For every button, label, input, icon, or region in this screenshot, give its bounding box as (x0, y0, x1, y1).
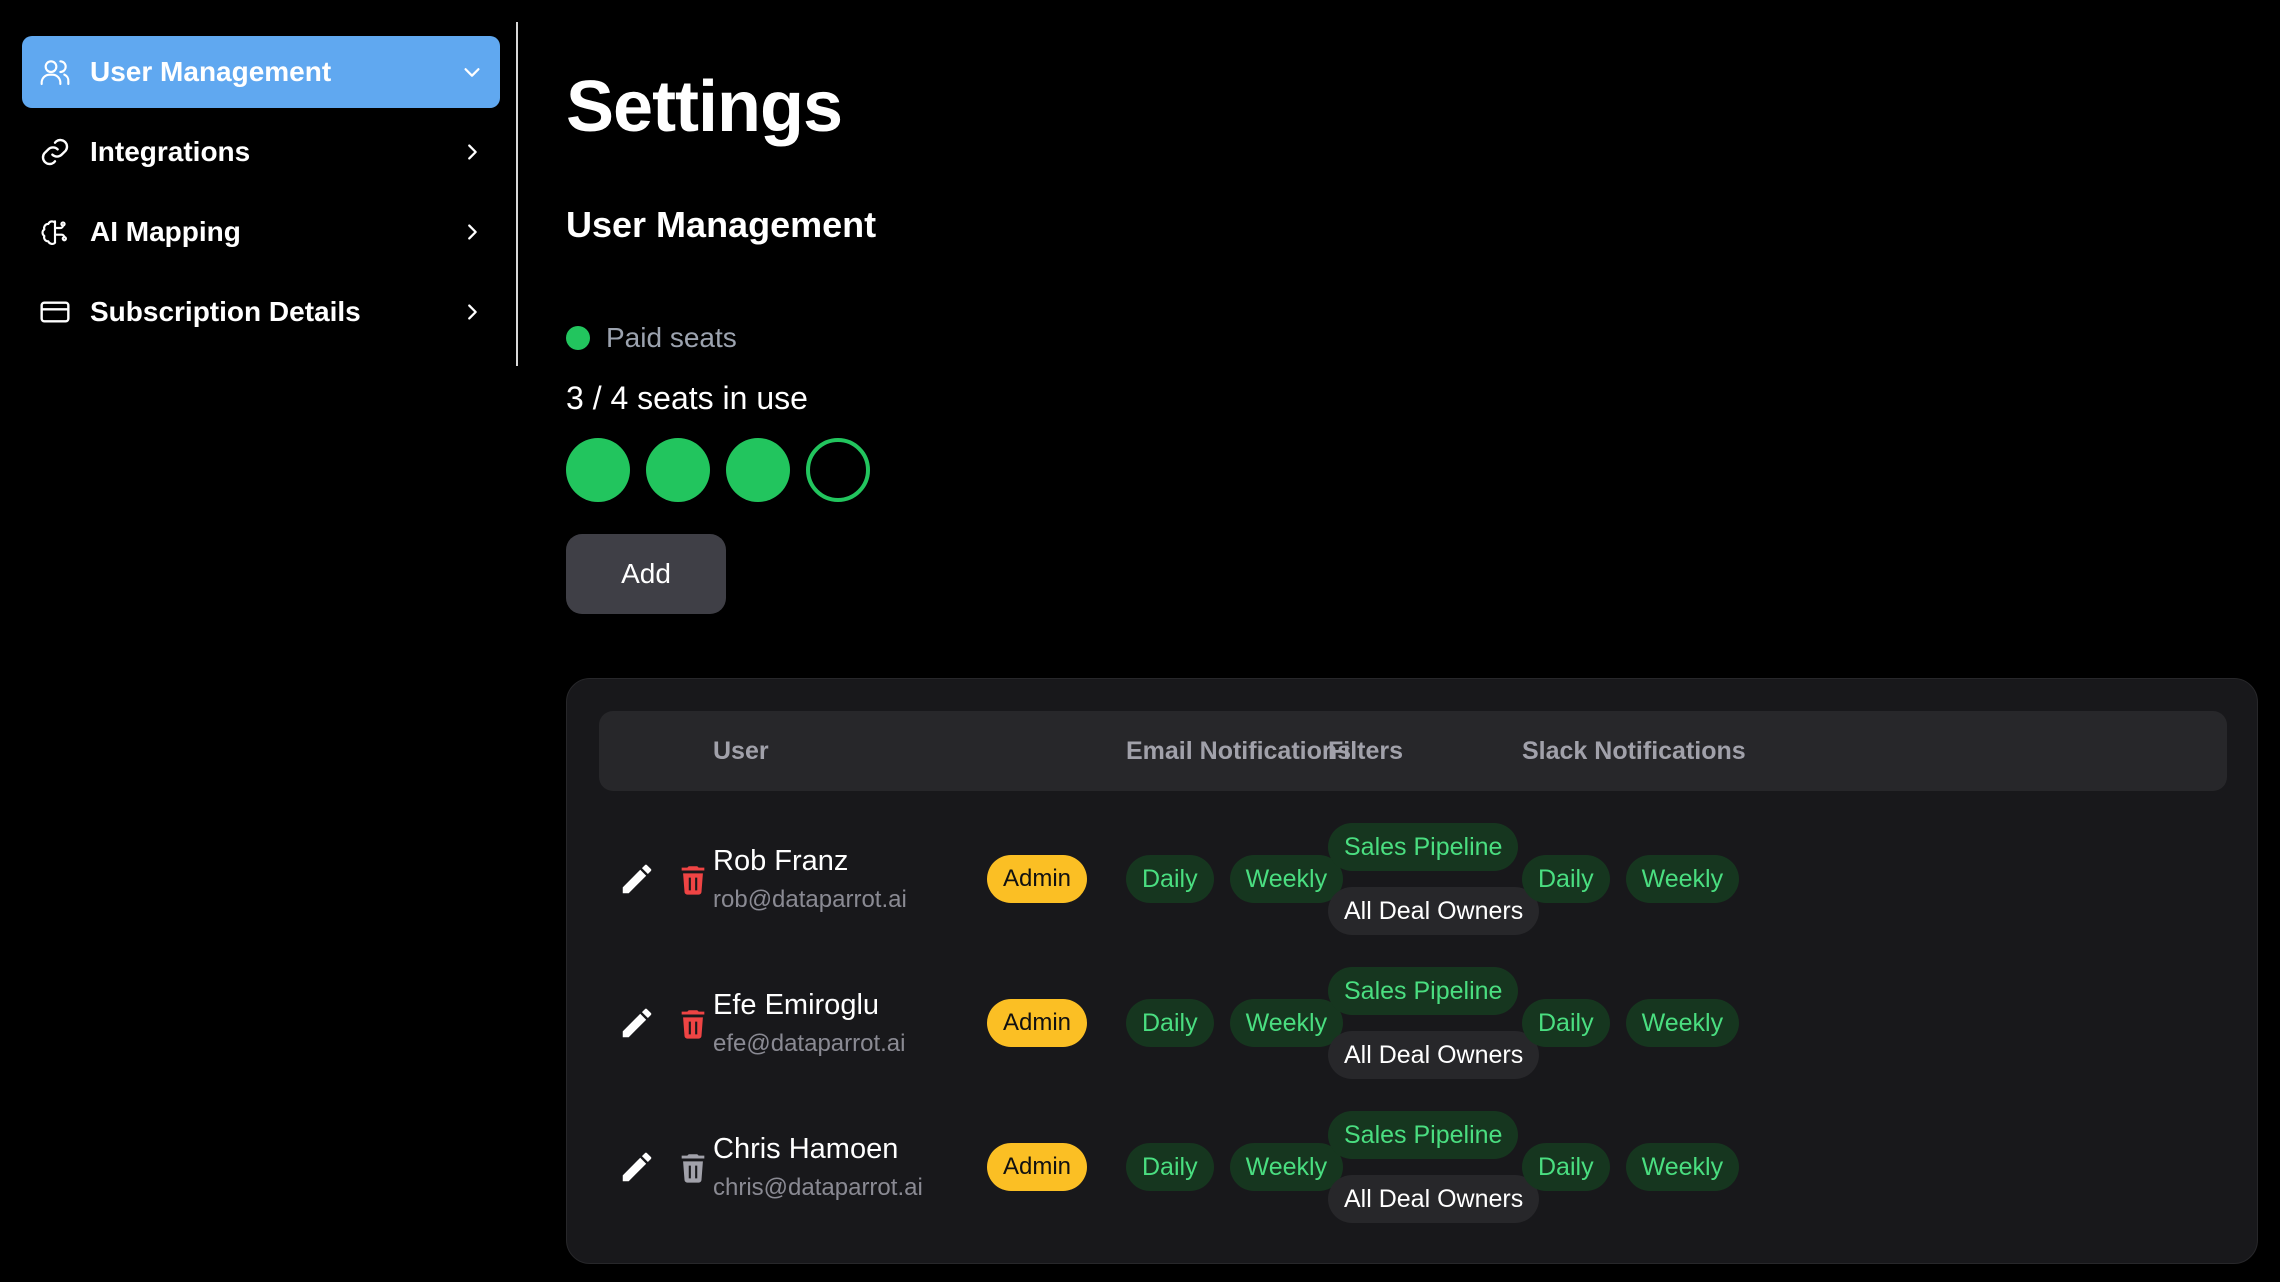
seat-used (646, 438, 710, 502)
slack-frequency-pill: Weekly (1625, 855, 1740, 903)
filter-pill: All Deal Owners (1328, 1175, 1540, 1223)
settings-sidebar: User Management Integrations AI Mapping (22, 36, 500, 356)
email-frequency-pill: Weekly (1229, 999, 1344, 1047)
sidebar-item-label: AI Mapping (90, 216, 241, 247)
edit-pencil-icon[interactable] (615, 1145, 659, 1189)
slack-frequency-pill: Weekly (1625, 1143, 1740, 1191)
seat-used (566, 438, 630, 502)
sidebar-divider (516, 22, 518, 366)
table-row: Rob Franz rob@dataparrot.ai Admin Daily W… (599, 807, 2227, 951)
table-row: Chris Hamoen chris@dataparrot.ai Admin D… (599, 1095, 2227, 1239)
chevron-right-icon (458, 218, 486, 246)
trash-icon[interactable] (671, 857, 715, 901)
role-badge: Admin (987, 999, 1088, 1047)
slack-notifications: Daily Weekly (1522, 807, 1755, 951)
column-header-filters: Filters (1328, 736, 1404, 765)
seat-used (726, 438, 790, 502)
slack-notifications: Daily Weekly (1522, 951, 1755, 1095)
users-icon (38, 55, 72, 89)
seat-indicators (566, 438, 870, 502)
trash-icon[interactable] (671, 1001, 715, 1045)
paid-seats-legend: Paid seats (566, 322, 737, 354)
page-title: Settings (566, 67, 843, 147)
user-email: rob@dataparrot.ai (713, 885, 907, 913)
filter-pill: All Deal Owners (1328, 887, 1540, 935)
sidebar-item-label: User Management (90, 56, 332, 87)
role-badge: Admin (987, 855, 1088, 903)
slack-frequency-pill: Daily (1522, 999, 1610, 1047)
add-user-button[interactable]: Add (566, 534, 726, 614)
slack-notifications: Daily Weekly (1522, 1095, 1755, 1239)
brain-icon (38, 215, 72, 249)
filters: Sales Pipeline All Deal Owners (1328, 807, 1540, 951)
user-email: efe@dataparrot.ai (713, 1029, 906, 1057)
sidebar-item-label: Integrations (90, 136, 251, 167)
chevron-right-icon (458, 298, 486, 326)
user-name: Chris Hamoen (713, 1132, 899, 1165)
column-header-slack-notifications: Slack Notifications (1522, 736, 1746, 765)
credit-card-icon (38, 295, 72, 329)
trash-icon[interactable] (671, 1145, 715, 1189)
slack-frequency-pill: Daily (1522, 855, 1610, 903)
email-notifications: Daily Weekly (1126, 807, 1359, 951)
sidebar-item-integrations[interactable]: Integrations (22, 116, 500, 188)
email-frequency-pill: Weekly (1229, 1143, 1344, 1191)
email-frequency-pill: Daily (1126, 1143, 1214, 1191)
role-badge: Admin (987, 1143, 1088, 1191)
chevron-right-icon (458, 138, 486, 166)
column-header-email-notifications: Email Notifications (1126, 736, 1352, 765)
link-icon (38, 135, 72, 169)
paid-seats-label: Paid seats (606, 322, 737, 353)
filter-pill: Sales Pipeline (1328, 967, 1519, 1015)
sidebar-item-label: Subscription Details (90, 296, 361, 327)
email-frequency-pill: Daily (1126, 999, 1214, 1047)
email-notifications: Daily Weekly (1126, 1095, 1359, 1239)
email-notifications: Daily Weekly (1126, 951, 1359, 1095)
edit-pencil-icon[interactable] (615, 857, 659, 901)
table-header: User Email Notifications Filters Slack N… (599, 711, 2227, 791)
paid-seats-dot (566, 326, 590, 350)
seat-available (806, 438, 870, 502)
slack-frequency-pill: Daily (1522, 1143, 1610, 1191)
users-table: User Email Notifications Filters Slack N… (566, 678, 2258, 1264)
slack-frequency-pill: Weekly (1625, 999, 1740, 1047)
user-email: chris@dataparrot.ai (713, 1173, 923, 1201)
email-frequency-pill: Weekly (1229, 855, 1344, 903)
section-title: User Management (566, 204, 877, 245)
filter-pill: All Deal Owners (1328, 1031, 1540, 1079)
filter-pill: Sales Pipeline (1328, 823, 1519, 871)
user-name: Efe Emiroglu (713, 988, 880, 1021)
email-frequency-pill: Daily (1126, 855, 1214, 903)
sidebar-item-user-management[interactable]: User Management (22, 36, 500, 108)
filter-pill: Sales Pipeline (1328, 1111, 1519, 1159)
user-name: Rob Franz (713, 844, 849, 877)
filters: Sales Pipeline All Deal Owners (1328, 951, 1540, 1095)
table-row: Efe Emiroglu efe@dataparrot.ai Admin Dai… (599, 951, 2227, 1095)
sidebar-item-subscription-details[interactable]: Subscription Details (22, 276, 500, 348)
edit-pencil-icon[interactable] (615, 1001, 659, 1045)
chevron-down-icon (458, 58, 486, 86)
filters: Sales Pipeline All Deal Owners (1328, 1095, 1540, 1239)
sidebar-item-ai-mapping[interactable]: AI Mapping (22, 196, 500, 268)
column-header-user: User (713, 736, 769, 765)
seats-usage-text: 3 / 4 seats in use (566, 380, 808, 416)
